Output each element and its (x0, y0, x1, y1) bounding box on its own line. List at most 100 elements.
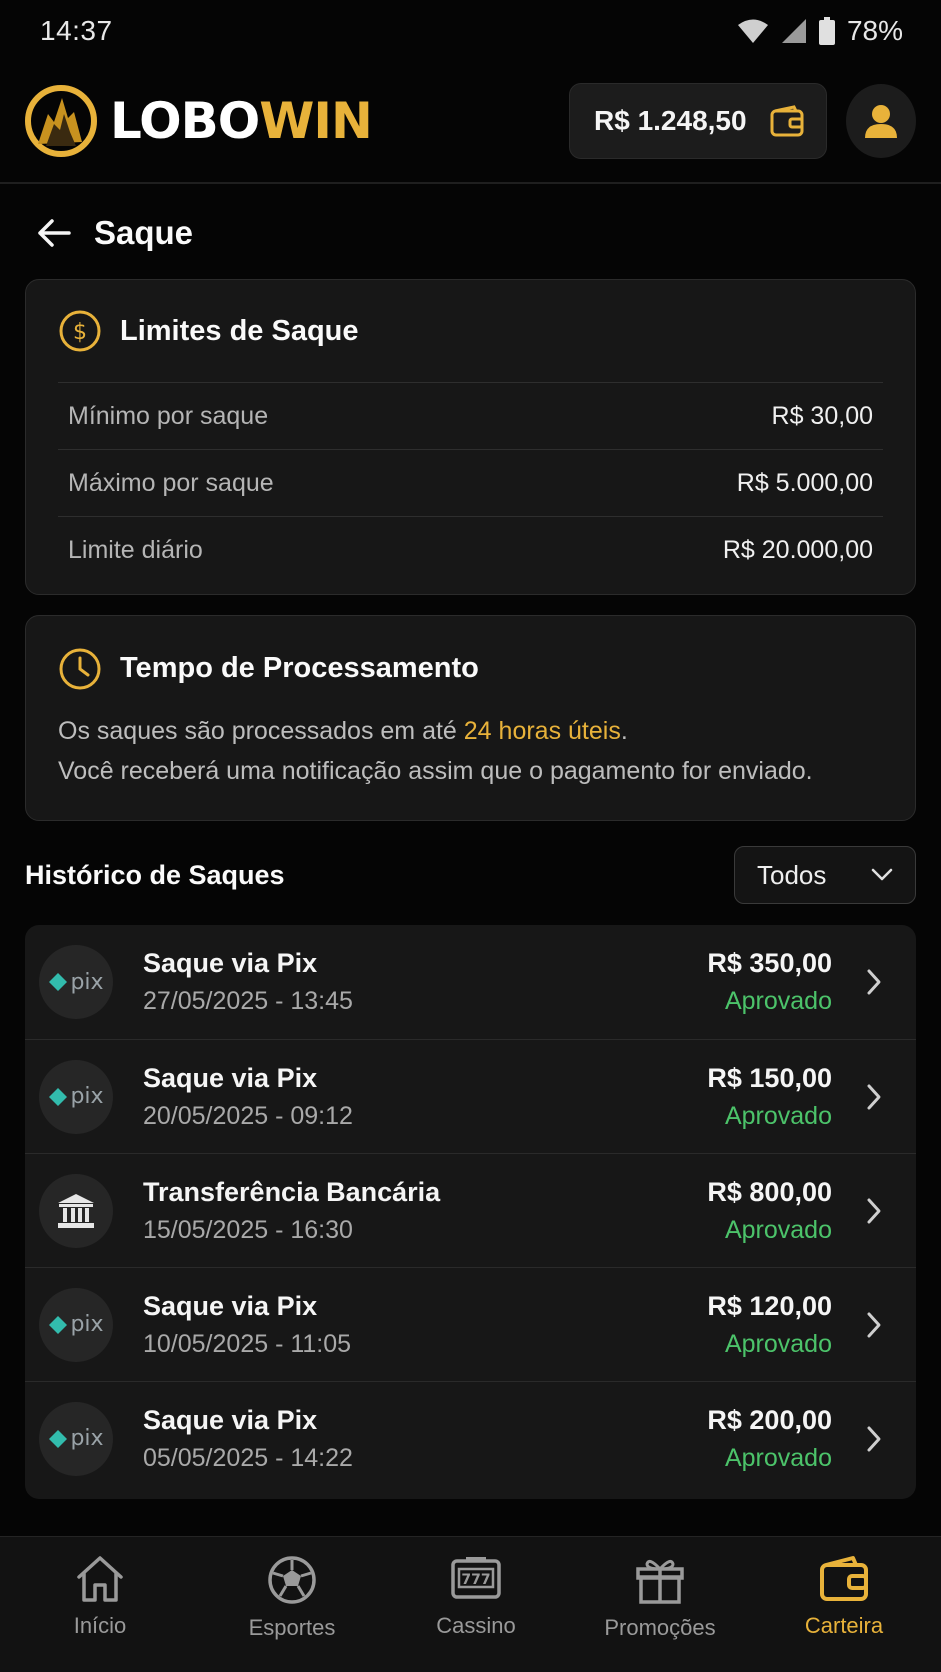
chevron-right-icon (862, 1197, 886, 1225)
nav-label: Carteira (804, 1613, 884, 1638)
arrow-left-icon (38, 219, 71, 247)
status-time: 14:37 (40, 15, 113, 46)
svg-text:777: 777 (461, 1572, 490, 1588)
history-filter-select[interactable]: Todos (734, 846, 916, 904)
pix-label: pix (70, 1084, 104, 1109)
profile-button[interactable] (846, 84, 916, 158)
nav-item-sports[interactable]: Esportes (200, 1537, 384, 1672)
nav-label: Início (73, 1613, 127, 1638)
pix-logo: pix (48, 1312, 104, 1337)
processing-text-prefix: Os saques são processados em até (58, 717, 464, 745)
filter-value: Todos (757, 859, 827, 890)
clock-icon (59, 648, 101, 689)
tx-right: R$ 350,00 Aprovado (707, 948, 832, 1016)
tx-date: 20/05/2025 - 09:12 (143, 1101, 353, 1130)
tx-right: R$ 200,00 Aprovado (707, 1405, 832, 1473)
tx-status-badge: Aprovado (724, 1443, 832, 1472)
nav-item-casino[interactable]: 777 Cassino (384, 1537, 568, 1672)
svg-text:$: $ (73, 320, 87, 345)
tx-amount: R$ 350,00 (707, 948, 832, 978)
pix-logo: pix (48, 969, 104, 995)
wifi-icon (737, 19, 768, 43)
pix-icon: pix (39, 1287, 113, 1362)
tx-title: Saque via Pix (143, 948, 318, 978)
tx-info: Saque via Pix 05/05/2025 - 14:22 (143, 1405, 707, 1473)
back-button[interactable] (34, 213, 74, 253)
chevron-down-icon (871, 868, 893, 881)
history-row[interactable]: pix Saque via Pix 20/05/2025 - 09:12 R$ … (25, 1039, 916, 1153)
tx-info: Saque via Pix 20/05/2025 - 09:12 (143, 1063, 707, 1131)
limits-title: Limites de Saque (120, 314, 359, 347)
withdraw-history-list: pix Saque via Pix 27/05/2025 - 13:45 R$ … (25, 925, 916, 1499)
pix-diamond-icon (49, 1429, 68, 1448)
tx-info: Saque via Pix 27/05/2025 - 13:45 (143, 948, 707, 1016)
nav-label: Promoções (604, 1615, 716, 1640)
processing-line-2: Você receberá uma notificação assim que … (58, 757, 813, 785)
soccer-ball-icon (268, 1556, 316, 1604)
limit-value: R$ 30,00 (771, 401, 873, 430)
wolf-logo-icon (25, 85, 97, 157)
logo[interactable]: LOBOWIN (24, 84, 373, 158)
pix-diamond-icon (49, 1315, 68, 1334)
limit-row-minimum: Mínimo por saque R$ 30,00 (58, 382, 883, 449)
processing-time-highlight: 24 horas úteis (463, 717, 621, 745)
tx-title: Saque via Pix (143, 1290, 318, 1321)
logo-text-win: WIN (259, 92, 373, 150)
processing-card-header: Tempo de Processamento (26, 616, 915, 721)
tx-status-badge: Aprovado (724, 1329, 832, 1358)
pix-diamond-icon (49, 973, 68, 991)
tx-date: 05/05/2025 - 14:22 (143, 1443, 353, 1472)
tx-date: 27/05/2025 - 13:45 (143, 987, 353, 1015)
pix-diamond-icon (49, 1087, 68, 1106)
balance-button[interactable]: R$ 1.248,50 (569, 83, 827, 159)
bank-icon (39, 1173, 113, 1248)
page-title: Saque (94, 214, 194, 251)
status-icons: 78% (737, 15, 903, 47)
tx-date: 10/05/2025 - 11:05 (143, 1329, 352, 1358)
battery-icon (818, 17, 835, 45)
tx-status-badge: Aprovado (724, 987, 832, 1015)
tx-amount: R$ 800,00 (707, 1176, 832, 1207)
nav-item-promotions[interactable]: Promoções (568, 1537, 752, 1672)
chevron-right-icon (862, 1083, 886, 1111)
processing-line-1: Os saques são processados em até 24 hora… (58, 711, 883, 751)
tx-amount: R$ 200,00 (707, 1404, 832, 1435)
chevron-right-icon (862, 968, 886, 996)
tx-date: 15/05/2025 - 16:30 (143, 1215, 353, 1244)
tx-right: R$ 150,00 Aprovado (707, 1063, 832, 1131)
limit-row-maximum: Máximo por saque R$ 5.000,00 (58, 449, 883, 516)
history-row[interactable]: pix Saque via Pix 27/05/2025 - 13:45 R$ … (25, 925, 916, 1039)
withdraw-limits-card: $ Limites de Saque Mínimo por saque R$ 3… (25, 279, 916, 595)
nav-label: Esportes (248, 1615, 336, 1640)
tx-info: Saque via Pix 10/05/2025 - 11:05 (143, 1291, 707, 1359)
history-row[interactable]: pix Saque via Pix 10/05/2025 - 11:05 R$ … (25, 1267, 916, 1381)
pix-icon: pix (39, 945, 113, 1019)
pix-label: pix (70, 1312, 104, 1337)
processing-text-suffix: . (620, 717, 628, 745)
logo-text-lobo: LOBO (110, 92, 260, 150)
limit-value: R$ 5.000,00 (736, 468, 873, 497)
history-title: Histórico de Saques (25, 859, 285, 890)
history-row[interactable]: pix Saque via Pix 05/05/2025 - 14:22 R$ … (25, 1381, 916, 1495)
pix-logo: pix (48, 1084, 104, 1109)
page-title-row: Saque (0, 190, 941, 276)
tx-title: Saque via Pix (143, 1404, 318, 1435)
tx-info: Transferência Bancária 15/05/2025 - 16:3… (143, 1177, 707, 1245)
balance-amount: R$ 1.248,50 (594, 105, 747, 136)
history-header: Histórico de Saques Todos (25, 846, 916, 904)
tx-title: Saque via Pix (143, 1062, 318, 1093)
processing-time-card: Tempo de Processamento Os saques são pro… (25, 615, 916, 821)
home-icon (77, 1556, 123, 1602)
nav-item-home[interactable]: Início (0, 1537, 200, 1672)
tx-amount: R$ 150,00 (707, 1062, 832, 1093)
processing-description: Os saques são processados em até 24 hora… (26, 711, 915, 791)
pix-label: pix (70, 969, 104, 995)
tx-status-badge: Aprovado (724, 1101, 832, 1130)
chevron-right-icon (862, 1311, 886, 1339)
limit-label: Limite diário (68, 535, 203, 564)
tx-right: R$ 800,00 Aprovado (707, 1177, 832, 1245)
limits-list: Mínimo por saque R$ 30,00 Máximo por saq… (58, 382, 883, 583)
limit-row-daily: Limite diário R$ 20.000,00 (58, 516, 883, 583)
history-row[interactable]: Transferência Bancária 15/05/2025 - 16:3… (25, 1153, 916, 1267)
nav-item-wallet[interactable]: Carteira (752, 1537, 936, 1672)
